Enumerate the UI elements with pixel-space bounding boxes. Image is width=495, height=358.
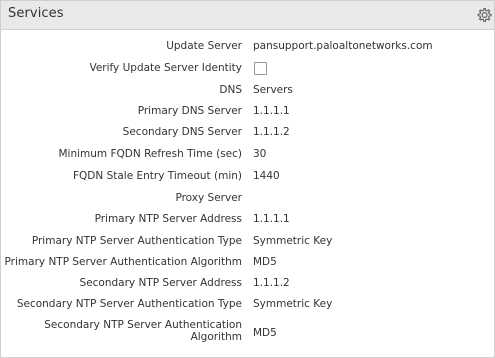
field-label: Primary NTP Server Address (94, 213, 242, 225)
field-label: Secondary NTP Server Authentication Algo… (42, 319, 242, 343)
field-row-secondary-ntp-auth-type: Secondary NTP Server Authentication Type… (1, 296, 494, 312)
field-row-update-server: Update Server pansupport.paloaltonetwork… (1, 38, 494, 54)
panel-header: Services (1, 1, 494, 30)
field-row-primary-dns-server: Primary DNS Server 1.1.1.1 (1, 103, 494, 119)
gear-icon[interactable] (475, 6, 493, 24)
field-label-line: Algorithm (190, 331, 242, 343)
field-value: MD5 (253, 327, 277, 339)
field-value: 1.1.1.2 (253, 277, 290, 289)
field-label: Secondary NTP Server Address (79, 277, 242, 289)
field-label: DNS (219, 84, 242, 96)
field-label: Minimum FQDN Refresh Time (sec) (58, 148, 243, 160)
field-value: 30 (253, 148, 267, 160)
panel-title: Services (8, 6, 64, 21)
field-value: 1.1.1.1 (253, 105, 290, 117)
field-row-primary-ntp-auth-algorithm: Primary NTP Server Authentication Algori… (1, 254, 494, 270)
field-row-proxy-server: Proxy Server (1, 190, 494, 206)
field-row-fqdn-stale-timeout: FQDN Stale Entry Timeout (min) 1440 (1, 168, 494, 184)
field-row-secondary-dns-server: Secondary DNS Server 1.1.1.2 (1, 124, 494, 140)
field-label: Secondary NTP Server Authentication Type (16, 298, 242, 310)
field-label: Primary DNS Server (137, 105, 242, 117)
field-value: MD5 (253, 256, 277, 268)
field-label: Update Server (166, 40, 242, 52)
field-row-verify-update-server-identity: Verify Update Server Identity (1, 60, 494, 76)
field-row-secondary-ntp-auth-algorithm: Secondary NTP Server Authentication Algo… (1, 319, 494, 345)
field-label: Primary NTP Server Authentication Type (31, 235, 242, 247)
field-row-primary-ntp-address: Primary NTP Server Address 1.1.1.1 (1, 211, 494, 227)
field-value: pansupport.paloaltonetworks.com (253, 40, 433, 52)
field-label: FQDN Stale Entry Timeout (min) (72, 170, 242, 182)
field-value: Servers (253, 84, 293, 96)
field-row-dns: DNS Servers (1, 82, 494, 98)
field-value: Symmetric Key (253, 235, 333, 247)
field-label-line: Secondary NTP Server Authentication (44, 319, 242, 331)
services-panel: Services Update Server pansupport.paloal… (0, 0, 495, 358)
field-label: Primary NTP Server Authentication Algori… (4, 256, 242, 268)
field-label: Verify Update Server Identity (89, 62, 242, 74)
field-row-secondary-ntp-address: Secondary NTP Server Address 1.1.1.2 (1, 275, 494, 291)
field-value: Symmetric Key (253, 298, 333, 310)
field-value: 1.1.1.1 (253, 213, 290, 225)
verify-update-server-identity-checkbox[interactable] (254, 62, 267, 75)
field-row-min-fqdn-refresh: Minimum FQDN Refresh Time (sec) 30 (1, 146, 494, 162)
field-value: 1440 (253, 170, 280, 182)
field-label: Secondary DNS Server (122, 126, 242, 138)
field-row-primary-ntp-auth-type: Primary NTP Server Authentication Type S… (1, 233, 494, 249)
field-label: Proxy Server (175, 192, 242, 204)
field-value: 1.1.1.2 (253, 126, 290, 138)
